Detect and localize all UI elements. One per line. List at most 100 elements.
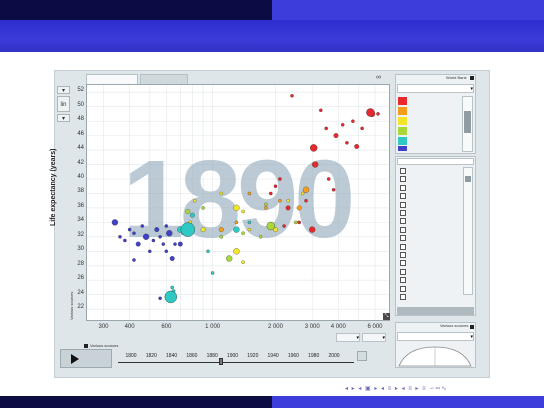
data-point[interactable] (266, 221, 276, 231)
data-point[interactable] (345, 141, 349, 145)
data-point[interactable] (170, 285, 174, 290)
data-point[interactable] (333, 133, 339, 139)
country-checkbox[interactable] (400, 193, 406, 200)
data-point[interactable] (300, 191, 305, 196)
data-point[interactable] (233, 204, 240, 212)
country-checkbox[interactable] (400, 252, 406, 258)
data-point[interactable] (302, 186, 310, 193)
country-checkbox[interactable] (400, 184, 406, 191)
country-checkbox[interactable] (400, 168, 406, 174)
data-point[interactable] (241, 260, 245, 264)
link-icon[interactable]: ∞ (376, 74, 388, 81)
data-point[interactable] (135, 241, 141, 247)
data-point[interactable] (233, 226, 240, 233)
plot-area[interactable]: 1890 (86, 84, 390, 321)
data-point[interactable] (118, 235, 122, 239)
data-point[interactable] (154, 227, 160, 233)
color-legend-scrollbar[interactable] (462, 96, 473, 152)
data-point[interactable] (366, 108, 375, 117)
scatter-chart[interactable]: 1890 (87, 85, 389, 320)
data-point[interactable] (189, 212, 195, 218)
data-point[interactable] (312, 161, 319, 168)
country-checkbox[interactable] (400, 285, 406, 292)
data-point[interactable] (269, 191, 273, 196)
data-point[interactable] (219, 235, 224, 239)
data-point[interactable] (142, 233, 150, 240)
data-point[interactable] (319, 108, 323, 113)
data-point[interactable] (241, 231, 245, 235)
country-checkbox[interactable] (400, 277, 406, 284)
country-checkbox[interactable] (400, 201, 406, 208)
data-point[interactable] (169, 256, 175, 261)
data-point[interactable] (173, 242, 177, 246)
country-checkbox[interactable] (400, 218, 406, 225)
data-point[interactable] (158, 296, 162, 301)
x-axis-dropdown[interactable]: ▾ (336, 333, 360, 342)
timeline-slider-handle[interactable] (219, 358, 223, 365)
resize-handle-icon[interactable]: ⤡ (383, 313, 390, 320)
data-point[interactable] (123, 238, 127, 243)
color-legend-icon[interactable] (470, 76, 474, 80)
data-point[interactable] (161, 242, 166, 246)
data-point[interactable] (241, 209, 245, 214)
data-point[interactable] (180, 222, 196, 237)
x-axis-source-checkbox[interactable] (84, 344, 88, 348)
data-point[interactable] (166, 230, 173, 237)
data-point[interactable] (164, 224, 169, 228)
data-point[interactable] (326, 177, 331, 181)
data-point[interactable] (164, 290, 178, 304)
data-point[interactable] (286, 198, 290, 203)
data-point[interactable] (151, 238, 156, 243)
data-point[interactable] (234, 220, 239, 225)
data-point[interactable] (201, 206, 205, 210)
data-point[interactable] (293, 220, 298, 225)
data-point[interactable] (111, 219, 119, 226)
data-point[interactable] (297, 220, 301, 225)
color-legend-dropdown[interactable]: ▾ (397, 84, 474, 93)
data-point[interactable] (309, 226, 316, 233)
data-point[interactable] (290, 94, 294, 98)
data-point[interactable] (210, 271, 215, 275)
data-point[interactable] (185, 209, 191, 214)
country-checkbox[interactable] (400, 243, 406, 250)
data-point[interactable] (226, 255, 233, 262)
data-point[interactable] (309, 144, 318, 152)
data-point[interactable] (282, 224, 286, 228)
data-point[interactable] (304, 198, 308, 203)
size-legend-dropdown[interactable]: ▾ (397, 332, 474, 341)
country-checkbox[interactable] (400, 176, 406, 183)
data-point[interactable] (127, 227, 132, 232)
play-button[interactable] (60, 349, 112, 368)
data-point[interactable] (132, 231, 136, 235)
country-checkbox[interactable] (400, 260, 406, 267)
tab-chart[interactable] (86, 74, 138, 84)
data-point[interactable] (296, 205, 302, 211)
timeline-settings-button[interactable] (357, 351, 367, 361)
data-point[interactable] (132, 258, 136, 262)
country-checkbox[interactable] (400, 210, 406, 216)
data-point[interactable] (200, 227, 206, 233)
data-point[interactable] (247, 191, 252, 196)
slide-navigation[interactable]: ◂ ▸ ◂ ▣ ▸ ◂ ≡ ▸ ◂ ≡ ▸ ≡ ∽∾∿ (345, 385, 447, 392)
data-point[interactable] (351, 119, 355, 123)
data-point[interactable] (324, 126, 328, 131)
tab-map[interactable] (140, 74, 188, 84)
data-point[interactable] (331, 188, 336, 192)
data-point[interactable] (140, 224, 145, 228)
data-point[interactable] (273, 184, 278, 188)
country-checkbox[interactable] (400, 268, 406, 275)
data-point[interactable] (247, 220, 252, 225)
data-point[interactable] (340, 123, 345, 127)
data-point[interactable] (192, 198, 197, 203)
data-point[interactable] (158, 235, 162, 239)
country-search-input[interactable] (397, 158, 474, 165)
data-point[interactable] (278, 198, 282, 203)
country-list-scrollbar[interactable] (463, 167, 473, 295)
data-point[interactable] (247, 227, 252, 232)
data-point[interactable] (264, 202, 268, 207)
data-point[interactable] (206, 249, 210, 254)
timeline-track[interactable] (118, 362, 354, 363)
data-point[interactable] (258, 235, 263, 239)
size-legend-icon[interactable] (470, 325, 474, 329)
y-axis-title[interactable]: Life expectancy (years) (50, 149, 57, 226)
